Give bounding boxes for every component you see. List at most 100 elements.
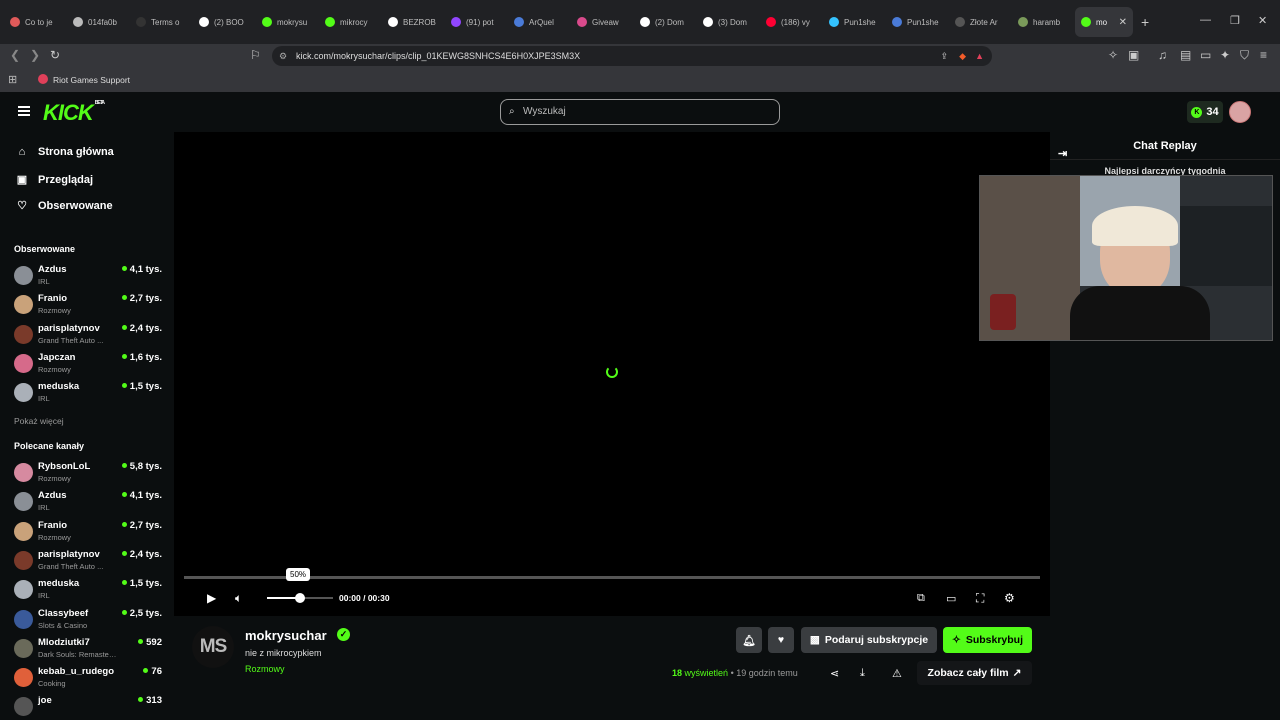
- clip-category[interactable]: Rozmowy: [245, 664, 285, 674]
- music-icon[interactable]: ♫: [1158, 48, 1167, 62]
- browser-tab[interactable]: (2) Dom: [634, 7, 697, 37]
- bookmark-riot-support[interactable]: Riot Games Support: [53, 75, 130, 85]
- back-icon[interactable]: ❮: [10, 48, 20, 62]
- browser-tab[interactable]: mikrocy: [319, 7, 382, 37]
- sidebar-channel-joe[interactable]: joe 313: [14, 694, 164, 720]
- sidebar-channel-rybsonlol[interactable]: RybsonLoL Rozmowy 5,8 tys.: [14, 460, 164, 488]
- riot-icon: [38, 74, 48, 84]
- chat-header: ⇥ Chat Replay: [1050, 132, 1280, 160]
- kick-points-badge[interactable]: K 34: [1187, 101, 1223, 123]
- leo-ai-icon[interactable]: ✦: [1220, 48, 1230, 62]
- forward-icon[interactable]: ❯: [30, 48, 40, 62]
- play-icon[interactable]: ▶: [207, 591, 216, 605]
- viewer-count: 4,1 tys.: [122, 264, 162, 275]
- sidebar-channel-franio[interactable]: Franio Rozmowy 2,7 tys.: [14, 292, 164, 320]
- theater-mode-icon[interactable]: ▭: [946, 592, 956, 605]
- tab-search-icon[interactable]: ▣: [1128, 48, 1139, 62]
- brave-shield-icon[interactable]: ◆: [959, 46, 966, 66]
- tab-favicon-icon: [1081, 17, 1091, 27]
- seek-bar[interactable]: [184, 576, 1040, 579]
- nav-home[interactable]: ⌂ Strona główna: [16, 146, 114, 158]
- sidebar-channel-japczan[interactable]: Japczan Rozmowy 1,6 tys.: [14, 351, 164, 379]
- video-player[interactable]: ▶ 🔈︎ 50% 00:00 / 00:30 ⧉ ▭ ⛶ ⚙: [174, 132, 1050, 616]
- webcam-overlay: [979, 175, 1273, 341]
- hamburger-menu-icon[interactable]: [18, 106, 30, 118]
- show-more-link[interactable]: Pokaż więcej: [14, 416, 64, 426]
- brave-rewards-icon[interactable]: ▲: [975, 46, 984, 66]
- sidebar-channel-meduska[interactable]: meduska IRL 1,5 tys.: [14, 380, 164, 408]
- browser-tab[interactable]: BEZROB: [382, 7, 445, 37]
- wallet-icon[interactable]: ▭: [1200, 48, 1211, 62]
- notification-bell-button[interactable]: 🔔︎: [736, 627, 762, 653]
- volume-icon[interactable]: 🔈︎: [235, 591, 242, 606]
- browser-tab[interactable]: (3) Dom: [697, 7, 760, 37]
- minimize-icon[interactable]: —: [1200, 14, 1211, 26]
- search-icon: ⌕: [509, 106, 515, 117]
- reload-icon[interactable]: ↻: [50, 48, 60, 62]
- channel-name[interactable]: mokrysuchar: [245, 628, 327, 643]
- search-input[interactable]: ⌕ Wyszukaj: [500, 99, 780, 125]
- share-icon[interactable]: ⇪: [940, 46, 948, 66]
- gift-subs-button[interactable]: ▩ Podaruj subskrypcje: [801, 627, 937, 653]
- channel-category: Rozmowy: [38, 364, 71, 374]
- channel-category: Dark Souls: Remastered: [38, 649, 118, 659]
- sidebar-channel-azdus[interactable]: Azdus IRL 4,1 tys.: [14, 263, 164, 291]
- tab-title: 014fa0b: [88, 17, 117, 27]
- browser-tab[interactable]: (186) vy: [760, 7, 823, 37]
- tab-favicon-icon: [640, 17, 650, 27]
- collapse-chat-icon[interactable]: ⇥: [1058, 140, 1067, 168]
- close-tab-icon[interactable]: ✕: [1119, 17, 1127, 28]
- nav-browse[interactable]: ▣ Przeglądaj: [16, 173, 93, 187]
- browser-tab[interactable]: haramb: [1012, 7, 1075, 37]
- tab-favicon-icon: [136, 17, 146, 27]
- settings-icon[interactable]: ⚙: [1004, 591, 1015, 605]
- channel-category: IRL: [38, 503, 50, 513]
- nav-following[interactable]: ♡ Obserwowane: [16, 199, 113, 213]
- browser-tab[interactable]: Złote Ar: [949, 7, 1012, 37]
- channel-category: IRL: [38, 394, 50, 404]
- sidebar-channel-classybeef[interactable]: Classybeef Slots & Casino 2,5 tys.: [14, 607, 164, 635]
- site-info-icon[interactable]: ⚙: [279, 46, 287, 66]
- channel-avatar[interactable]: MS: [192, 626, 234, 668]
- sidebar-toggle-icon[interactable]: ▤: [1180, 48, 1191, 62]
- sidebar-channel-franio[interactable]: Franio Rozmowy 2,7 tys.: [14, 519, 164, 547]
- browser-tab[interactable]: ArQuel: [508, 7, 571, 37]
- bookmark-icon[interactable]: ⚐: [250, 48, 261, 62]
- fullscreen-icon[interactable]: ⛶: [976, 591, 984, 606]
- browser-tab[interactable]: mokrysu: [256, 7, 319, 37]
- kick-logo[interactable]: KICK BETA: [43, 100, 105, 126]
- channel-category: Rozmowy: [38, 474, 71, 483]
- sidebar-channel-parisplatynov[interactable]: parisplatynov Grand Theft Auto ... 2,4 tys…: [14, 322, 164, 350]
- browser-tab[interactable]: Pun1she: [886, 7, 949, 37]
- browser-tab[interactable]: Co to je: [4, 7, 67, 37]
- close-window-icon[interactable]: ✕: [1258, 14, 1267, 27]
- new-tab-icon[interactable]: +: [1141, 14, 1149, 30]
- subscribe-button[interactable]: ✧ Subskrybuj: [943, 627, 1032, 653]
- maximize-icon[interactable]: ❐: [1230, 14, 1240, 27]
- browser-tab[interactable]: Pun1she: [823, 7, 886, 37]
- url-field[interactable]: ⚙ kick.com/mokrysuchar/clips/clip_01KEWG…: [272, 46, 992, 66]
- report-icon[interactable]: ⚠: [892, 667, 902, 680]
- browser-tab[interactable]: (91) pot: [445, 7, 508, 37]
- extensions-icon[interactable]: ✧: [1108, 48, 1118, 62]
- share-icon[interactable]: ⋖: [830, 667, 839, 680]
- miniplayer-icon[interactable]: ⧉: [917, 592, 925, 605]
- vpn-icon[interactable]: ⛉: [1240, 48, 1249, 63]
- browser-tab[interactable]: Giveaw: [571, 7, 634, 37]
- volume-knob[interactable]: [295, 593, 305, 603]
- sidebar-channel-mlodziutki7[interactable]: Mlodziutki7 Dark Souls: Remastered 592: [14, 636, 164, 664]
- download-icon[interactable]: ⤓: [860, 667, 865, 680]
- sidebar-channel-meduska[interactable]: meduska IRL 1,5 tys.: [14, 577, 164, 605]
- sidebar-channel-azdus[interactable]: Azdus IRL 4,1 tys.: [14, 489, 164, 517]
- menu-icon[interactable]: ≡: [1260, 48, 1267, 62]
- follow-heart-button[interactable]: ♥: [768, 627, 794, 653]
- browser-tab[interactable]: (2) BOO: [193, 7, 256, 37]
- user-avatar[interactable]: [1229, 101, 1251, 123]
- browser-tab[interactable]: 014fa0b: [67, 7, 130, 37]
- sidebar-channel-parisplatynov[interactable]: parisplatynov Grand Theft Auto ... 2,4 tys…: [14, 548, 164, 576]
- browser-tab[interactable]: Terms o: [130, 7, 193, 37]
- apps-grid-icon[interactable]: ⊞: [8, 73, 17, 86]
- watch-full-video-button[interactable]: Zobacz cały film ↗: [917, 661, 1032, 685]
- browser-tab[interactable]: mo ✕: [1075, 7, 1133, 37]
- sidebar-channel-kebab_u_rudego[interactable]: kebab_u_rudego Cooking 76: [14, 665, 164, 693]
